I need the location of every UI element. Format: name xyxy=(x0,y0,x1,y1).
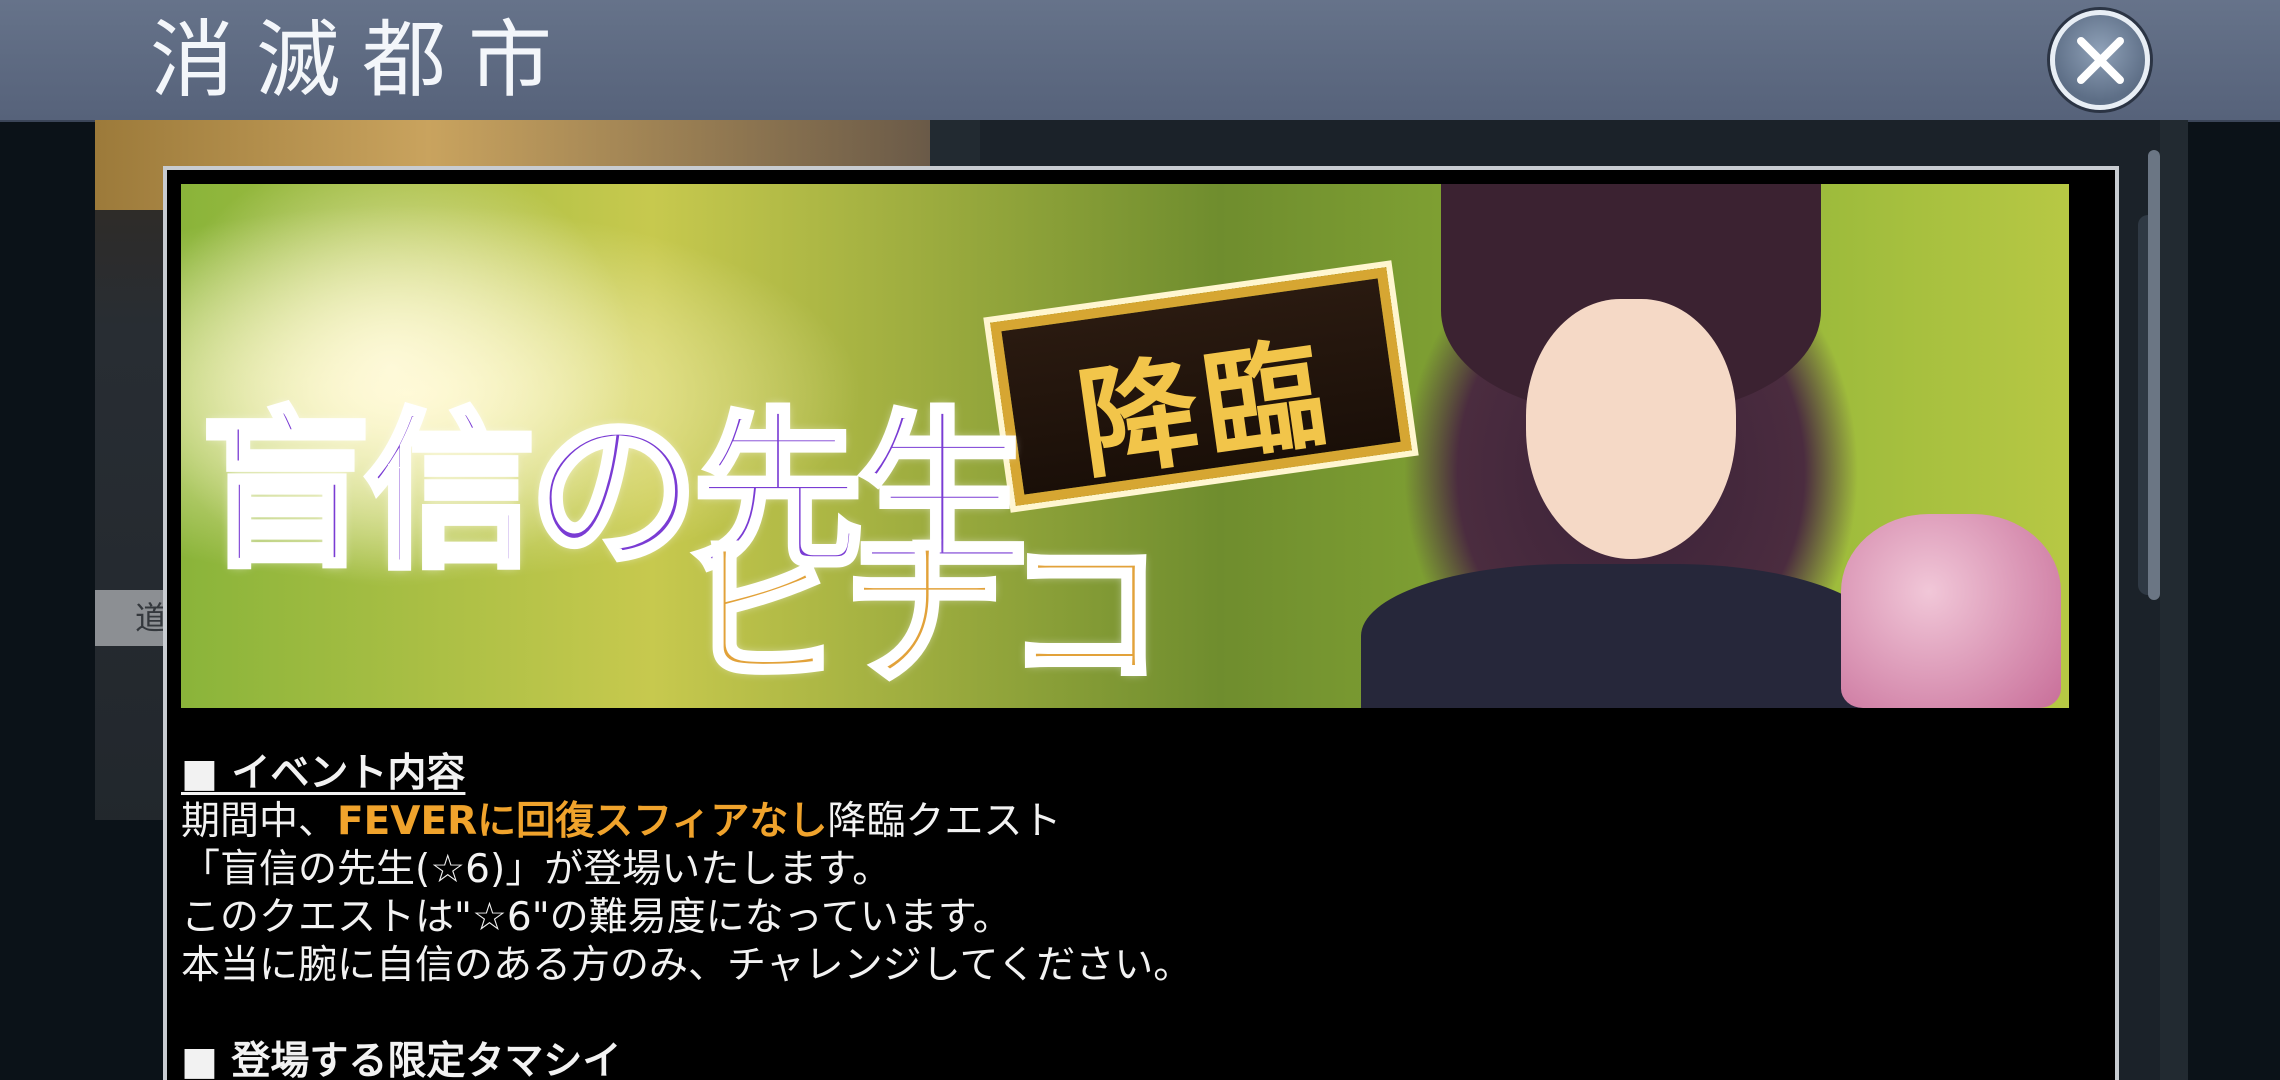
banner-title-line2: ヒナコ xyxy=(678,517,1168,708)
banner-cake xyxy=(1841,514,2061,708)
app-title: 消滅都市 xyxy=(150,11,575,109)
description-line-1: 期間中、FEVERに回復スフィアなし降臨クエスト xyxy=(181,798,2061,846)
section-heading-event-content: ■ イベント内容 xyxy=(181,751,466,796)
description-highlight: FEVERに回復スフィアなし xyxy=(337,799,828,844)
event-banner-image: 降臨 盲信の先生 ヒナコ xyxy=(181,184,2069,708)
event-detail-modal: 降臨 盲信の先生 ヒナコ ■ イベント内容 期間中、FEVERに回復スフィアなし… xyxy=(163,166,2119,1080)
background-scrollbar[interactable] xyxy=(2148,150,2160,600)
top-header: 消滅都市 xyxy=(0,0,2280,122)
banner-character-coat xyxy=(1361,564,1881,708)
event-description: ■ イベント内容 期間中、FEVERに回復スフィアなし降臨クエスト 「盲信の先生… xyxy=(181,750,2061,1080)
banner-character-face xyxy=(1526,299,1736,559)
description-line-3: このクエストは"☆6"の難易度になっています。 xyxy=(181,895,1012,940)
description-line-4: 本当に腕に自信のある方のみ、チャレンジしてください。 xyxy=(181,943,1193,988)
description-line-1-prefix: 期間中、 xyxy=(181,799,338,844)
close-button[interactable] xyxy=(2050,10,2150,110)
section-heading-limited-soul: ■ 登場する限定タマシイ xyxy=(181,1039,622,1080)
description-line-2: 「盲信の先生(☆6)」が登場いたします。 xyxy=(181,847,892,892)
close-icon xyxy=(2077,37,2124,84)
description-line-1-suffix: 降臨クエスト xyxy=(827,799,1062,844)
